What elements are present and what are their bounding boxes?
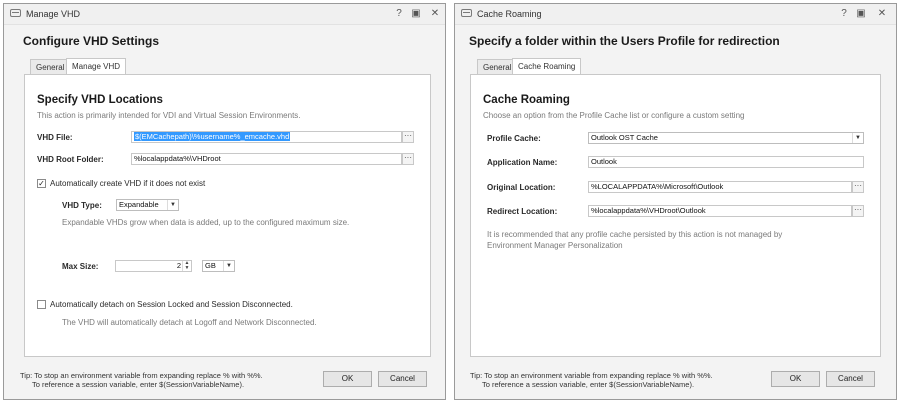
profile-cache-select[interactable]: Outlook OST Cache ▼ <box>588 132 864 144</box>
tip-line-2: To reference a session variable, enter $… <box>32 380 245 389</box>
cancel-button[interactable]: Cancel <box>826 371 875 387</box>
vhd-file-input[interactable]: $(EMCachepath)\%username%_emcache.vhd <box>131 131 402 143</box>
tab-cache-roaming[interactable]: Cache Roaming <box>512 58 582 74</box>
size-unit-value: GB <box>205 261 216 270</box>
original-location-browse-button[interactable]: ··· <box>852 181 864 193</box>
vhd-root-browse-button[interactable]: ··· <box>402 153 414 165</box>
auto-create-label: Automatically create VHD if it does not … <box>50 179 206 188</box>
redirect-location-browse-button[interactable]: ··· <box>852 205 864 217</box>
auto-detach-label: Automatically detach on Session Locked a… <box>50 300 293 309</box>
title-bar: Manage VHD ? ▣ ✕ <box>4 4 445 25</box>
cancel-button[interactable]: Cancel <box>378 371 427 387</box>
tab-panel: Specify VHD Locations This action is pri… <box>24 74 431 357</box>
note-line-1: It is recommended that any profile cache… <box>487 230 783 239</box>
tab-manage-vhd[interactable]: Manage VHD <box>66 58 127 74</box>
max-size-value: 2 <box>176 261 181 270</box>
tip-text: Tip: To stop an environment variable fro… <box>470 371 713 389</box>
help-icon[interactable]: ? <box>392 7 406 21</box>
tip-line-1: Tip: To stop an environment variable fro… <box>20 371 263 380</box>
section-description: This action is primarily intended for VD… <box>37 111 301 120</box>
auto-detach-checkbox[interactable] <box>37 300 46 309</box>
app-name-input[interactable]: Outlook <box>588 156 864 168</box>
app-icon <box>461 9 472 17</box>
manage-vhd-dialog: Manage VHD ? ▣ ✕ Configure VHD Settings … <box>3 3 446 400</box>
chevron-down-icon: ▼ <box>223 261 234 271</box>
vhd-file-value: $(EMCachepath)\%username%_emcache.vhd <box>134 132 291 141</box>
dialog-heading: Configure VHD Settings <box>23 34 160 48</box>
redirect-location-input[interactable]: %localappdata%\VHDroot\Outlook <box>588 205 852 217</box>
tip-text: Tip: To stop an environment variable fro… <box>20 371 263 389</box>
chevron-down-icon: ▼ <box>167 200 178 210</box>
tip-line-2: To reference a session variable, enter $… <box>482 380 695 389</box>
auto-create-checkbox[interactable]: ✓ <box>37 179 46 188</box>
redirect-location-label: Redirect Location: <box>487 207 558 216</box>
ok-button[interactable]: OK <box>771 371 820 387</box>
max-size-label: Max Size: <box>62 262 99 271</box>
profile-cache-value: Outlook OST Cache <box>591 133 658 142</box>
section-title: Cache Roaming <box>483 94 570 106</box>
section-description: Choose an option from the Profile Cache … <box>483 111 745 120</box>
tab-general[interactable]: General <box>30 59 71 74</box>
section-title: Specify VHD Locations <box>37 94 163 106</box>
vhd-root-input[interactable]: %localappdata%\VHDroot <box>131 153 402 165</box>
vhd-file-label: VHD File: <box>37 133 73 142</box>
chevron-down-icon: ▼ <box>852 133 863 143</box>
vhd-type-label: VHD Type: <box>62 201 102 210</box>
close-icon[interactable]: ✕ <box>428 7 442 21</box>
title-bar: Cache Roaming ? ▣ ✕ <box>455 4 896 25</box>
size-unit-select[interactable]: GB ▼ <box>202 260 235 272</box>
original-location-label: Original Location: <box>487 183 556 192</box>
tip-line-1: Tip: To stop an environment variable fro… <box>470 371 713 380</box>
help-icon[interactable]: ? <box>837 7 851 21</box>
window-title: Manage VHD <box>26 9 81 19</box>
vhd-root-label: VHD Root Folder: <box>37 155 104 164</box>
tab-panel: Cache Roaming Choose an option from the … <box>470 74 881 357</box>
dialog-heading: Specify a folder within the Users Profil… <box>469 34 780 48</box>
cache-roaming-dialog: Cache Roaming ? ▣ ✕ Specify a folder wit… <box>454 3 897 400</box>
profile-cache-label: Profile Cache: <box>487 134 541 143</box>
detach-hint: The VHD will automatically detach at Log… <box>62 318 317 327</box>
vhd-type-value: Expandable <box>119 200 159 209</box>
spinner-arrows-icon[interactable]: ▲ ▼ <box>182 261 191 271</box>
ok-button[interactable]: OK <box>323 371 372 387</box>
close-icon[interactable]: ✕ <box>875 7 889 21</box>
original-location-input[interactable]: %LOCALAPPDATA%\Microsoft\Outlook <box>588 181 852 193</box>
app-icon <box>10 9 21 17</box>
vhd-file-browse-button[interactable]: ··· <box>402 131 414 143</box>
note-line-2: Environment Manager Personalization <box>487 241 623 250</box>
window-title: Cache Roaming <box>477 9 542 19</box>
maximize-icon[interactable]: ▣ <box>409 7 423 21</box>
max-size-stepper[interactable]: 2 ▲ ▼ <box>115 260 192 272</box>
expand-hint: Expandable VHDs grow when data is added,… <box>62 218 350 227</box>
maximize-icon[interactable]: ▣ <box>854 7 868 21</box>
vhd-type-select[interactable]: Expandable ▼ <box>116 199 179 211</box>
app-name-label: Application Name: <box>487 158 558 167</box>
